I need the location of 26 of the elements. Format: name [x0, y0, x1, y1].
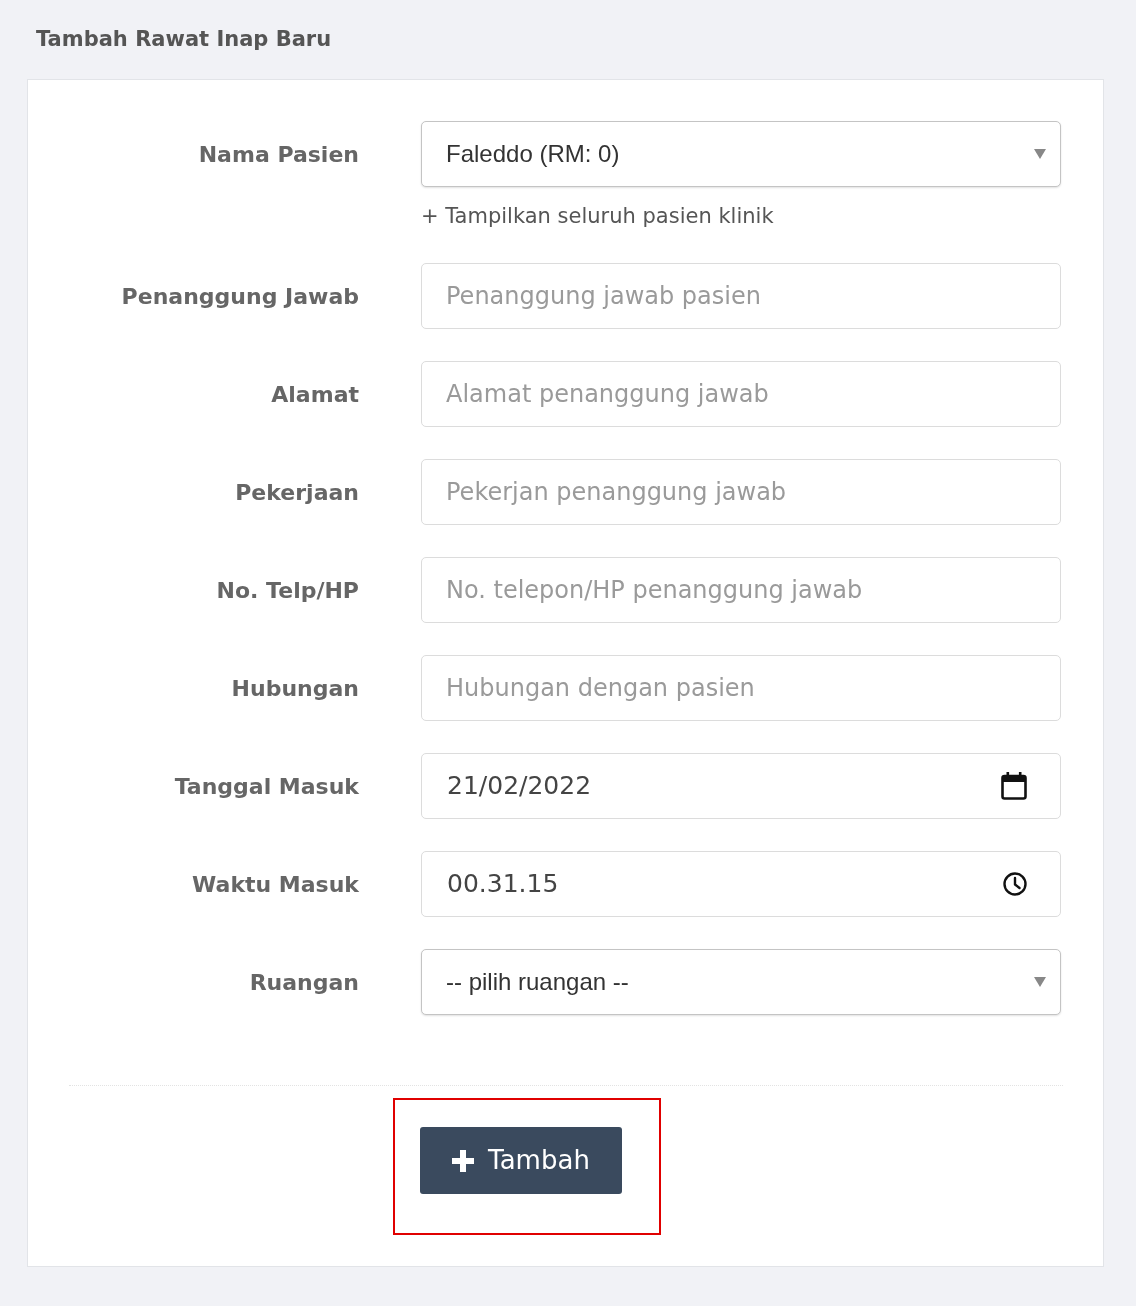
field-label: Ruangan [249, 968, 359, 997]
field-label: Alamat [271, 380, 359, 409]
text-field[interactable]: No. telepon/HP penanggung jawab [421, 557, 1061, 623]
page-title: Tambah Rawat Inap Baru [36, 26, 332, 53]
text-field[interactable]: Hubungan dengan pasien [421, 655, 1061, 721]
caret-down-icon [1034, 977, 1046, 987]
field-label: Waktu Masuk [192, 870, 359, 899]
field-label: No. Telp/HP [216, 576, 359, 605]
field-label: Hubungan [231, 674, 359, 703]
add-button[interactable]: Tambah [420, 1127, 622, 1194]
clock-icon[interactable] [1003, 872, 1027, 896]
caret-down-icon [1034, 149, 1046, 159]
text-field[interactable]: Pekerjan penanggung jawab [421, 459, 1061, 525]
field-label: Tanggal Masuk [174, 772, 359, 801]
text-field[interactable]: Alamat penanggung jawab [421, 361, 1061, 427]
field-label: Pekerjaan [235, 478, 359, 507]
calendar-icon[interactable] [1001, 772, 1027, 800]
select-field[interactable]: -- pilih ruangan -- [421, 949, 1061, 1015]
text-field[interactable]: Penanggung jawab pasien [421, 263, 1061, 329]
time-field[interactable]: 00.31.15 [421, 851, 1061, 917]
date-field[interactable]: 21/02/2022 [421, 753, 1061, 819]
select-field[interactable]: Faleddo (RM: 0) [421, 121, 1061, 187]
field-label: Penanggung Jawab [121, 282, 359, 311]
field-label: Nama Pasien [198, 140, 359, 169]
help-link[interactable]: + Tampilkan seluruh pasien klinik [421, 201, 774, 231]
plus-icon [452, 1149, 475, 1172]
